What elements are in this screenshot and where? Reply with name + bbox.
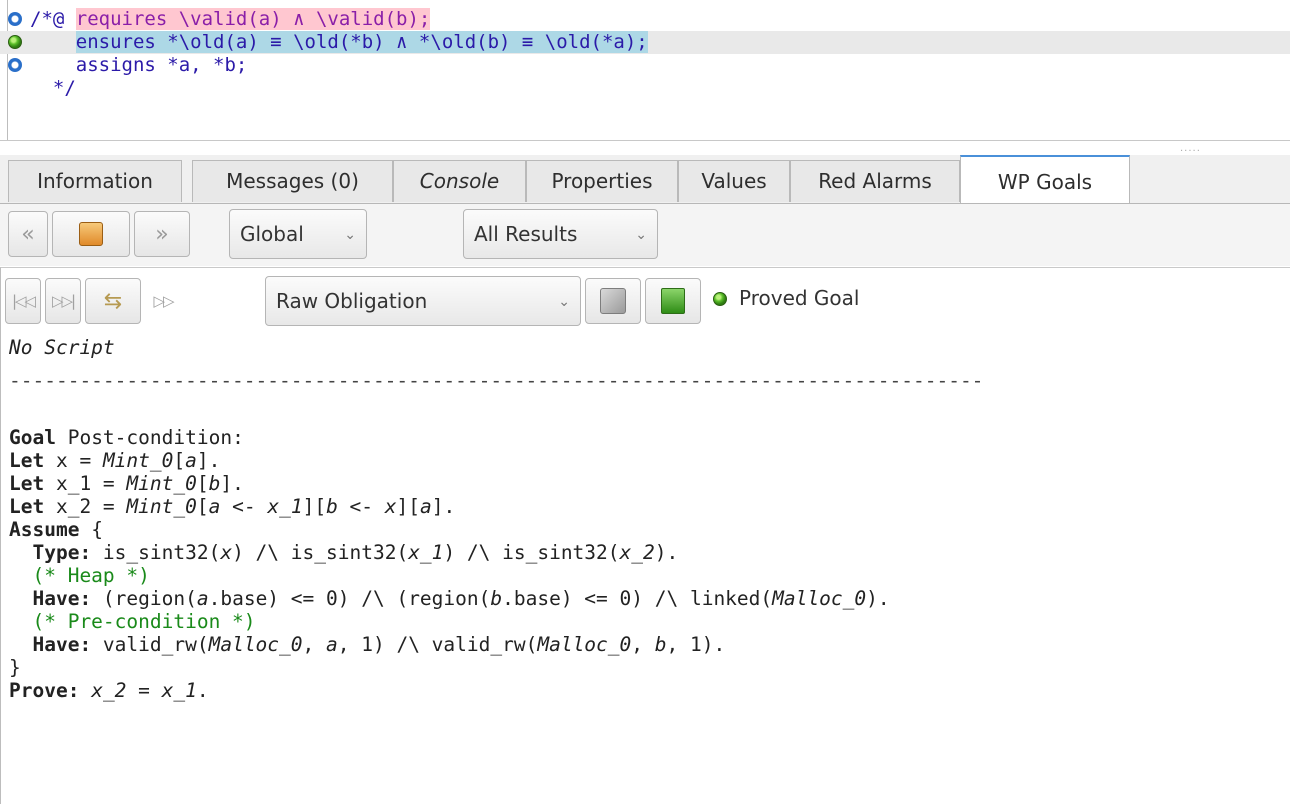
undo-button[interactable]: ⇆: [85, 278, 141, 324]
scope-select-value: Global: [240, 222, 304, 246]
wp-goals-toolbar: « » Global ⌄ All Results ⌄: [0, 204, 1290, 266]
have-valid-line: Have: valid_rw(Malloc_0, a, 1) /\ valid_…: [32, 633, 726, 656]
chevron-down-icon: ⌄: [344, 227, 356, 243]
requires-clause[interactable]: requires \valid(a) ∧ \valid(b);: [75, 8, 431, 30]
save-script-button[interactable]: [645, 278, 701, 324]
proved-marker-icon[interactable]: [8, 35, 22, 49]
let-x-line: Let x = Mint_0[a].: [9, 449, 221, 472]
tab-properties[interactable]: Properties: [526, 160, 678, 202]
have-heap-line: Have: (region(a.base) <= 0) /\ (region(b…: [32, 587, 890, 610]
replay-button[interactable]: [585, 278, 641, 324]
let-x2-line: Let x_2 = Mint_0[a <- x_1][b <- x][a].: [9, 495, 456, 518]
focus-button[interactable]: [52, 211, 130, 257]
chevron-down-icon: ⌄: [558, 294, 570, 310]
results-select[interactable]: All Results ⌄: [463, 209, 658, 259]
proved-status-icon: [713, 292, 727, 306]
source-pane: /*@ requires \valid(a) ∧ \valid(b); ensu…: [0, 0, 1290, 141]
back-arrow-icon: «: [21, 221, 35, 247]
comment-close: */: [52, 77, 76, 99]
separator-line: ----------------------------------------…: [9, 369, 984, 392]
tab-values[interactable]: Values: [678, 160, 790, 202]
tab-bar: Information Messages (0) Console Propert…: [0, 155, 1290, 204]
source-line-1[interactable]: /*@ requires \valid(a) ∧ \valid(b);: [0, 8, 1290, 31]
skip-last-icon: ▷▷|: [51, 292, 76, 310]
goal-toolbar: |◁◁ ▷▷| ⇆ ▷▷ Raw Obligation ⌄ Proved Goa…: [1, 268, 1290, 334]
assigns-clause[interactable]: assigns *a, *b;: [76, 54, 248, 76]
chevron-down-icon: ⌄: [635, 227, 647, 243]
tab-console[interactable]: Console: [393, 160, 526, 202]
goal-status-label: Proved Goal: [739, 286, 860, 310]
status-marker-icon[interactable]: [8, 58, 22, 72]
fast-forward-icon: ▷▷: [153, 292, 174, 310]
undo-arrow-icon: ⇆: [103, 288, 123, 314]
tab-red-alarms[interactable]: Red Alarms: [790, 160, 960, 202]
goal-panel: |◁◁ ▷▷| ⇆ ▷▷ Raw Obligation ⌄ Proved Goa…: [0, 267, 1290, 804]
tab-information[interactable]: Information: [8, 160, 182, 202]
goal-title-line: Goal Post-condition:: [9, 426, 244, 449]
scope-select[interactable]: Global ⌄: [229, 209, 367, 259]
results-select-value: All Results: [474, 222, 578, 246]
first-goal-button[interactable]: |◁◁: [5, 278, 41, 324]
source-line-3[interactable]: assigns *a, *b;: [0, 54, 1290, 77]
source-line-4: */: [0, 77, 1290, 100]
replay-icon: [600, 288, 626, 314]
precondition-comment: (* Pre-condition *): [9, 610, 256, 633]
let-x1-line: Let x_1 = Mint_0[b].: [9, 472, 244, 495]
tab-wp-goals[interactable]: WP Goals: [960, 155, 1130, 203]
source-line-2[interactable]: ensures *\old(a) ≡ \old(*b) ∧ *\old(b) ≡…: [0, 31, 1290, 54]
ensures-clause[interactable]: ensures *\old(a) ≡ \old(*b) ∧ *\old(b) ≡…: [75, 31, 648, 53]
last-goal-button[interactable]: ▷▷|: [45, 278, 81, 324]
tab-messages[interactable]: Messages (0): [192, 160, 393, 202]
back-button[interactable]: «: [8, 211, 48, 257]
assume-close-line: }: [9, 656, 21, 679]
status-marker-icon[interactable]: [8, 12, 22, 26]
download-icon: [661, 288, 685, 314]
forward-button[interactable]: »: [134, 211, 190, 257]
forward-arrow-icon: »: [155, 221, 169, 247]
assume-open-line: Assume {: [9, 518, 103, 541]
acsl-prefix: /*@: [30, 8, 76, 30]
prove-line: Prove: x_2 = x_1.: [9, 679, 209, 702]
script-label: No Script: [9, 336, 115, 359]
heap-comment: (* Heap *): [9, 564, 150, 587]
hand-pointer-icon: [79, 222, 103, 246]
next-button[interactable]: ▷▷: [145, 278, 181, 324]
type-line: Type: is_sint32(x) /\ is_sint32(x_1) /\ …: [32, 541, 679, 564]
view-mode-select[interactable]: Raw Obligation ⌄: [265, 276, 581, 326]
view-mode-select-value: Raw Obligation: [276, 289, 428, 313]
skip-first-icon: |◁◁: [11, 292, 36, 310]
